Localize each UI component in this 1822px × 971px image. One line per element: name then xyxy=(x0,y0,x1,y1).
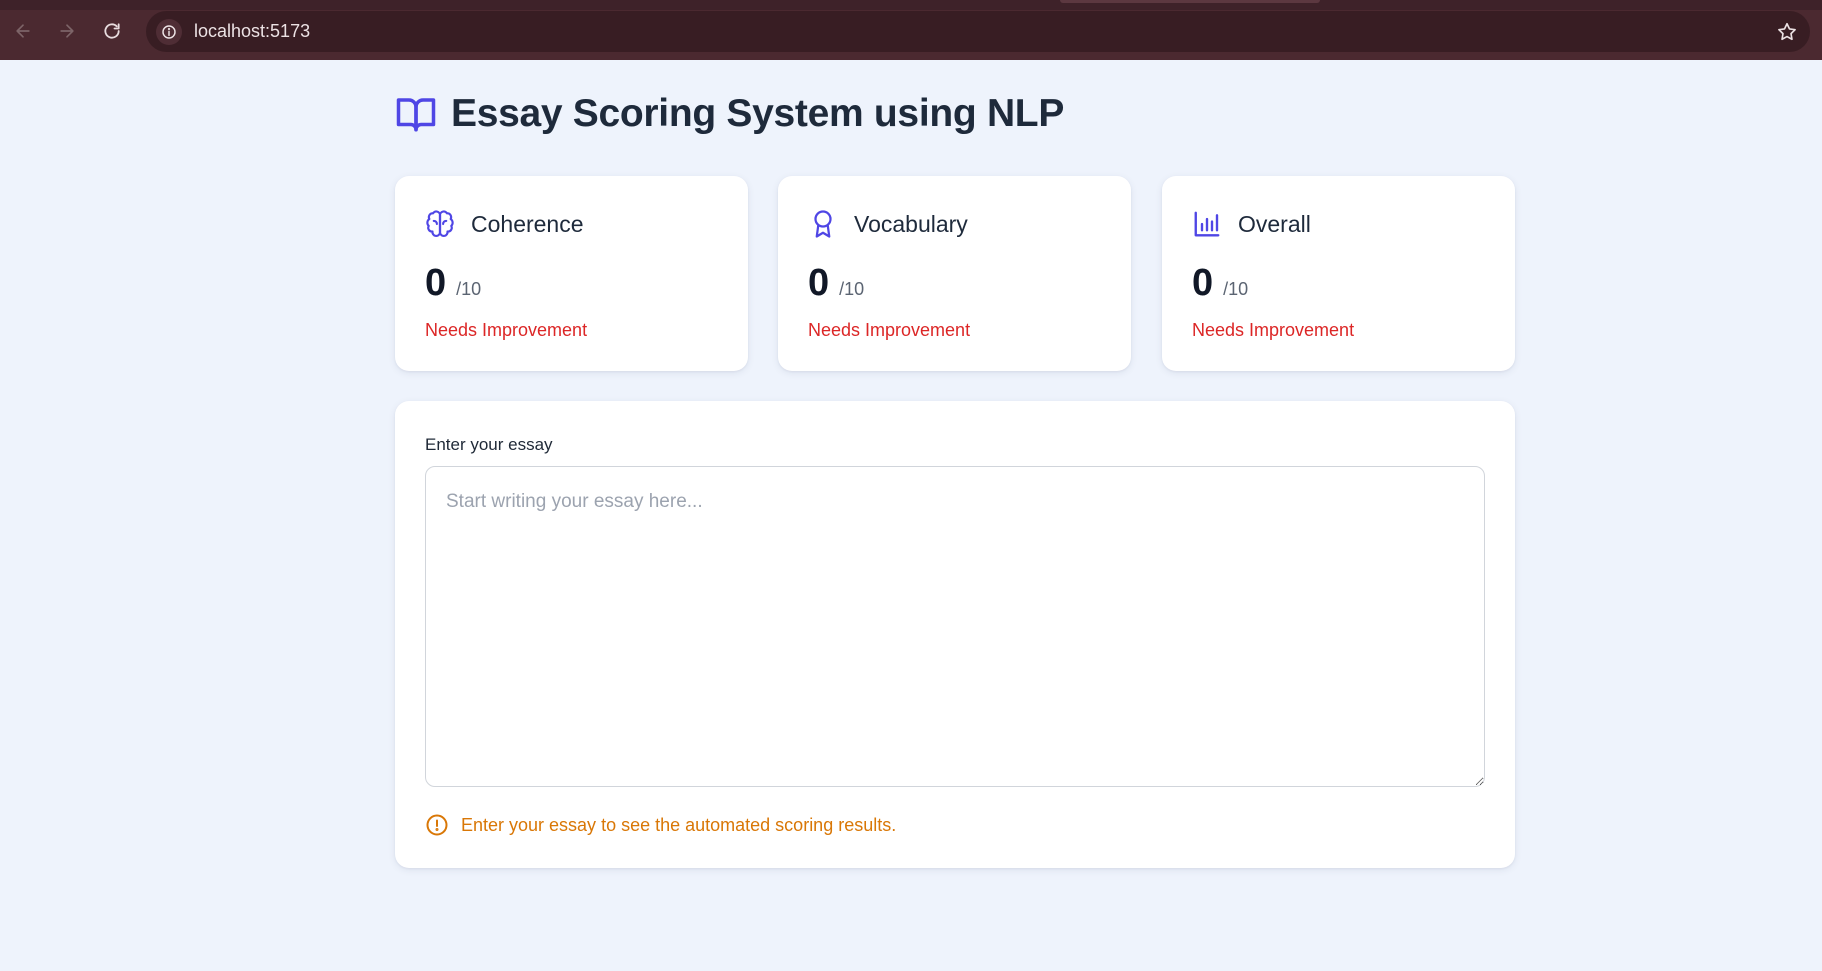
arrow-right-icon xyxy=(60,24,74,38)
site-info-button[interactable] xyxy=(156,18,182,45)
score-value: 0 xyxy=(1192,262,1214,304)
score-card-vocabulary: Vocabulary 0 /10 Needs Improvement xyxy=(778,176,1131,371)
card-title: Coherence xyxy=(471,210,584,237)
page-header: Essay Scoring System using NLP xyxy=(395,92,1064,136)
browser-toolbar: localhost:5173 xyxy=(0,0,1822,60)
award-icon xyxy=(814,210,832,238)
back-button[interactable] xyxy=(8,16,38,46)
score-max: /10 xyxy=(839,279,865,299)
address-bar[interactable]: localhost:5173 xyxy=(146,11,1810,52)
tab-strip xyxy=(0,0,1822,10)
book-open-icon xyxy=(396,98,436,132)
score-card-coherence: Coherence 0 /10 Needs Improvement xyxy=(395,176,748,371)
essay-label: Enter your essay xyxy=(425,435,553,454)
score-max: /10 xyxy=(456,279,482,299)
essay-hint: Enter your essay to see the automated sc… xyxy=(425,813,896,837)
essay-textarea[interactable] xyxy=(425,466,1485,787)
forward-button[interactable] xyxy=(52,16,82,46)
card-title: Overall xyxy=(1238,210,1311,237)
score-card-overall: Overall 0 /10 Needs Improvement xyxy=(1162,176,1515,371)
essay-panel: Enter your essay Enter your essay to see… xyxy=(395,401,1515,868)
score-max: /10 xyxy=(1223,279,1249,299)
score-value: 0 xyxy=(425,262,447,304)
score-value: 0 xyxy=(808,262,830,304)
tab-edge xyxy=(1060,0,1320,3)
brain-icon xyxy=(426,210,454,237)
star-icon xyxy=(1778,22,1796,41)
url-text[interactable]: localhost:5173 xyxy=(194,21,310,42)
page-title: Essay Scoring System using NLP xyxy=(451,92,1065,135)
card-title: Vocabulary xyxy=(854,210,968,237)
bar-chart-icon xyxy=(1194,211,1220,237)
bookmark-button[interactable] xyxy=(1774,19,1800,45)
score-status: Needs Improvement xyxy=(425,320,588,340)
reload-icon xyxy=(104,23,120,39)
info-icon xyxy=(162,24,176,39)
alert-circle-icon xyxy=(426,814,448,836)
score-status: Needs Improvement xyxy=(808,320,971,340)
score-status: Needs Improvement xyxy=(1192,320,1355,340)
hint-text: Enter your essay to see the automated sc… xyxy=(461,814,897,835)
reload-button[interactable] xyxy=(97,16,127,46)
arrow-left-icon xyxy=(16,24,30,38)
